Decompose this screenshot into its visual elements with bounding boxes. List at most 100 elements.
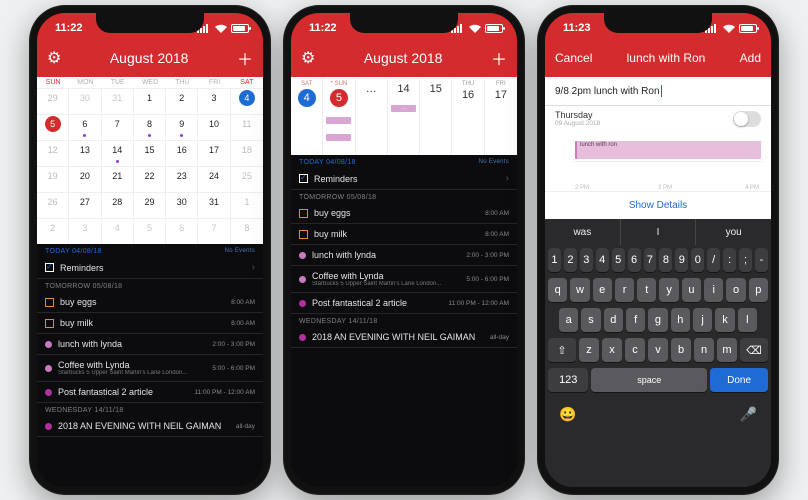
agenda-item[interactable]: lunch with lynda2:00 - 3:00 PM — [291, 245, 517, 266]
week-day-cell[interactable]: THU16 — [452, 77, 484, 155]
suggestion[interactable]: you — [696, 219, 771, 245]
calendar-cell[interactable]: 6 — [166, 218, 198, 244]
agenda-item[interactable]: buy eggs8:00 AM — [291, 203, 517, 224]
agenda-item[interactable]: 2018 AN EVENING WITH NEIL GAIMANall-day — [37, 416, 263, 437]
key-shift[interactable]: ⇧ — [548, 338, 576, 362]
key[interactable]: d — [604, 308, 623, 332]
key[interactable]: z — [579, 338, 599, 362]
key[interactable]: v — [648, 338, 668, 362]
add-event-button[interactable]: ＋ — [491, 46, 507, 70]
key-num[interactable]: 6 — [628, 248, 641, 272]
calendar-cell[interactable]: 1 — [134, 88, 166, 114]
week-day-cell[interactable]: 15 — [420, 77, 452, 155]
key-num[interactable]: - — [755, 248, 768, 272]
key[interactable]: r — [615, 278, 634, 302]
key[interactable]: m — [717, 338, 737, 362]
calendar-cell[interactable]: 19 — [37, 166, 69, 192]
calendar-cell[interactable]: 11 — [231, 114, 263, 140]
agenda-item[interactable]: lunch with lynda2:00 - 3:00 PM — [37, 334, 263, 355]
calendar-cell[interactable]: 28 — [102, 192, 134, 218]
agenda-list[interactable]: TODAY 04/08/18No EventsReminders›TOMORRO… — [291, 155, 517, 487]
key[interactable]: q — [548, 278, 567, 302]
show-details-button[interactable]: Show Details — [545, 192, 771, 219]
calendar-cell[interactable]: 4 — [231, 88, 263, 114]
calendar-cell[interactable]: 3 — [198, 88, 230, 114]
calendar-cell[interactable]: 8 — [134, 114, 166, 140]
calendar-cell[interactable]: 5 — [37, 114, 69, 140]
add-button[interactable]: Add — [740, 51, 761, 65]
key-mode[interactable]: 123 — [548, 368, 588, 392]
key[interactable]: x — [602, 338, 622, 362]
agenda-item[interactable]: Coffee with LyndaStarbucks 5 Upper Saint… — [291, 266, 517, 293]
cancel-button[interactable]: Cancel — [555, 51, 592, 65]
calendar-cell[interactable]: 29 — [134, 192, 166, 218]
calendar-cell[interactable]: 2 — [37, 218, 69, 244]
calendar-cell[interactable]: 15 — [134, 140, 166, 166]
checkbox-icon[interactable] — [299, 230, 308, 239]
calendar-cell[interactable]: 12 — [37, 140, 69, 166]
key[interactable]: e — [593, 278, 612, 302]
key[interactable]: n — [694, 338, 714, 362]
calendar-cell[interactable]: 29 — [37, 88, 69, 114]
key-num[interactable]: 7 — [644, 248, 657, 272]
agenda-item[interactable]: Post fantastical 2 article11:00 PM - 12:… — [291, 293, 517, 314]
calendar-cell[interactable]: 24 — [198, 166, 230, 192]
calendar-cell[interactable]: 14 — [102, 140, 134, 166]
calendar-cell[interactable]: 17 — [198, 140, 230, 166]
calendar-cell[interactable]: 10 — [198, 114, 230, 140]
calendar-cell[interactable]: 9 — [166, 114, 198, 140]
key-num[interactable]: 8 — [659, 248, 672, 272]
key-num[interactable]: 2 — [564, 248, 577, 272]
key[interactable]: t — [637, 278, 656, 302]
calendar-cell[interactable]: 13 — [69, 140, 101, 166]
key-num[interactable]: 5 — [612, 248, 625, 272]
calendar-cell[interactable]: 31 — [198, 192, 230, 218]
key[interactable]: i — [704, 278, 723, 302]
calendar-cell[interactable]: 30 — [166, 192, 198, 218]
key[interactable]: k — [715, 308, 734, 332]
calendar-cell[interactable]: 1 — [231, 192, 263, 218]
calendar-cell[interactable]: 23 — [166, 166, 198, 192]
calendar-cell[interactable]: 25 — [231, 166, 263, 192]
checkbox-icon[interactable] — [45, 319, 54, 328]
checkbox-icon[interactable] — [299, 209, 308, 218]
timeline[interactable]: lunch with ron 2 PM 3 PM 4 PM — [553, 131, 763, 191]
calendar-cell[interactable]: 4 — [102, 218, 134, 244]
suggestion[interactable]: was — [545, 219, 621, 245]
agenda-item[interactable]: Coffee with LyndaStarbucks 5 Upper Saint… — [37, 355, 263, 382]
key-backspace[interactable]: ⌫ — [740, 338, 768, 362]
week-day-cell[interactable]: 14... — [388, 77, 420, 155]
key-num[interactable]: : — [723, 248, 736, 272]
agenda-item[interactable]: Reminders› — [291, 168, 517, 190]
calendar-cell[interactable]: 5 — [134, 218, 166, 244]
checkbox-icon[interactable] — [299, 174, 308, 183]
key-num[interactable]: 0 — [691, 248, 704, 272]
key[interactable]: c — [625, 338, 645, 362]
settings-button[interactable]: ⚙ — [301, 48, 315, 68]
key[interactable]: f — [626, 308, 645, 332]
key[interactable]: p — [749, 278, 768, 302]
calendar-cell[interactable]: 20 — [69, 166, 101, 192]
week-day-cell[interactable]: FRI17 — [485, 77, 517, 155]
key-space[interactable]: space — [591, 368, 707, 392]
calendar-cell[interactable]: 26 — [37, 192, 69, 218]
key[interactable]: a — [559, 308, 578, 332]
key[interactable]: h — [671, 308, 690, 332]
key-num[interactable]: 9 — [675, 248, 688, 272]
key[interactable]: u — [682, 278, 701, 302]
calendar-cell[interactable]: 21 — [102, 166, 134, 192]
calendar-cell[interactable]: 3 — [69, 218, 101, 244]
key[interactable]: b — [671, 338, 691, 362]
suggestion[interactable]: I — [621, 219, 697, 245]
week-strip[interactable]: SAT4* SUN5…14...15THU16FRI17 — [291, 77, 517, 155]
emoji-button[interactable]: 😀 — [559, 406, 576, 423]
key[interactable]: j — [693, 308, 712, 332]
calendar-cell[interactable]: 27 — [69, 192, 101, 218]
week-day-cell[interactable]: * SUN5 — [323, 77, 355, 155]
key-num[interactable]: 3 — [580, 248, 593, 272]
calendar-cell[interactable]: 22 — [134, 166, 166, 192]
key[interactable]: o — [726, 278, 745, 302]
calendar-cell[interactable]: 8 — [231, 218, 263, 244]
calendar-cell[interactable]: 7 — [102, 114, 134, 140]
checkbox-icon[interactable] — [45, 263, 54, 272]
